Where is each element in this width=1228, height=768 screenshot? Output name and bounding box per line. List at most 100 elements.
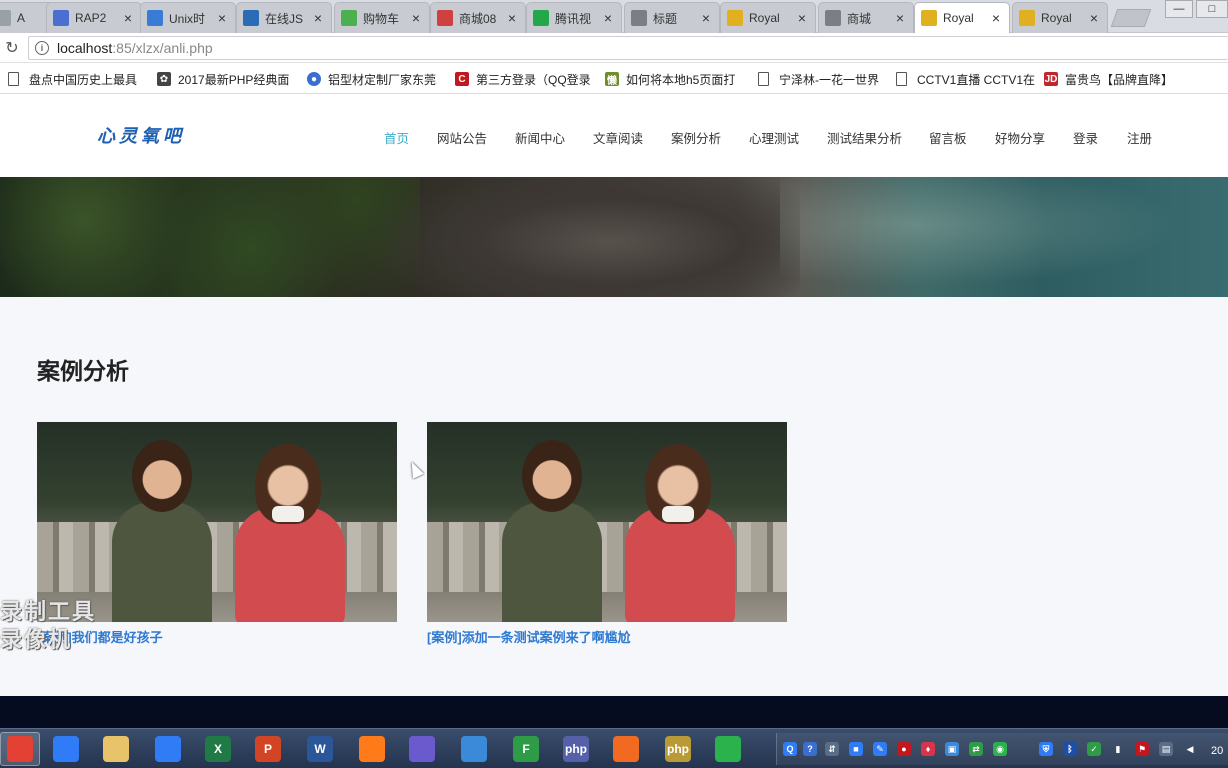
bookmark-item[interactable]: ✿ 2017最新PHP经典面 <box>157 70 289 88</box>
browser-tab[interactable]: Royal × <box>914 2 1010 33</box>
wechat-icon[interactable]: ◉ <box>993 742 1007 756</box>
url-host: localhost <box>57 40 113 56</box>
browser-tab[interactable]: RAP2 × <box>46 2 142 33</box>
nav-item-register[interactable]: 注册 <box>1127 128 1152 147</box>
browser-tab[interactable]: 商城 × <box>818 2 914 33</box>
chart-icon[interactable]: ♦ <box>921 742 935 756</box>
close-tab-icon[interactable]: × <box>215 10 229 26</box>
case-thumbnail-image[interactable] <box>37 422 397 622</box>
bookmark-item[interactable]: CCTV1直播 CCTV1在 <box>896 70 1035 88</box>
browser-tab[interactable]: Unix时 × <box>140 2 236 33</box>
security-icon[interactable]: ✓ <box>1087 742 1101 756</box>
signal-icon[interactable]: ▮ <box>1111 742 1125 756</box>
nav-item-tests[interactable]: 心理测试 <box>749 128 799 147</box>
close-tab-icon[interactable]: × <box>505 10 519 26</box>
browser-tab[interactable]: 标题 × <box>624 2 720 33</box>
close-tab-icon[interactable]: × <box>795 10 809 26</box>
tab-title: Royal <box>749 11 780 25</box>
site-logo[interactable]: 心灵氧吧 <box>97 122 185 148</box>
taskbar-app-excel[interactable]: X <box>198 732 238 766</box>
c-icon: C <box>455 72 469 86</box>
taskbar-app-php-storm[interactable]: php <box>658 732 698 766</box>
nav-item-cases[interactable]: 案例分析 <box>671 128 721 147</box>
nav-item-test-results[interactable]: 测试结果分析 <box>827 128 902 147</box>
bug-icon[interactable]: ● <box>897 742 911 756</box>
close-tab-icon[interactable]: × <box>409 10 423 26</box>
taskbar-app-firefox[interactable] <box>352 732 392 766</box>
tab-title: 在线JS <box>265 11 304 26</box>
help-icon[interactable]: ? <box>803 742 817 756</box>
taskbar-app-word[interactable]: W <box>300 732 340 766</box>
nav-item-announcements[interactable]: 网站公告 <box>437 128 487 147</box>
bookmark-item[interactable]: 宁泽林-一花一世界 <box>758 70 879 88</box>
browser-tab[interactable]: Royal × <box>1012 2 1108 33</box>
close-tab-icon[interactable]: × <box>311 10 325 26</box>
web-page: 心灵氧吧 首页 网站公告 新闻中心 文章阅读 案例分析 心理测试 测试结果分析 … <box>0 95 1228 698</box>
browser-tab[interactable]: Royal × <box>720 2 816 33</box>
taskbar-app-file-explorer[interactable] <box>96 732 136 766</box>
volume-icon[interactable]: ◀ <box>1183 742 1197 756</box>
close-tab-icon[interactable]: × <box>601 10 615 26</box>
browser-tab[interactable]: 在线JS × <box>236 2 332 33</box>
taskbar-app-powerpoint[interactable]: P <box>248 732 288 766</box>
nav-item-home[interactable]: 首页 <box>384 128 409 147</box>
bluetooth-icon[interactable]: ᛒ <box>1063 742 1077 756</box>
taskbar-app-postman[interactable] <box>606 732 646 766</box>
nav-item-goods[interactable]: 好物分享 <box>995 128 1045 147</box>
taskbar-app-php-tool[interactable]: php <box>556 732 596 766</box>
browser-tab[interactable]: 商城08 × <box>430 2 526 33</box>
window-icon[interactable]: ▣ <box>945 742 959 756</box>
bookmark-item[interactable]: JD 富贵鸟【品牌直降】 <box>1044 70 1173 88</box>
browser-tab[interactable]: 腾讯视 × <box>526 2 622 33</box>
maximize-button[interactable]: □ <box>1196 0 1228 18</box>
watermark-line: 录像机 <box>0 627 73 652</box>
powerpoint-icon: P <box>255 736 281 762</box>
nav-item-articles[interactable]: 文章阅读 <box>593 128 643 147</box>
logo-icon: 懒 <box>605 72 619 87</box>
case-thumbnail-image[interactable] <box>427 422 787 622</box>
taskbar-app-ftp[interactable]: F <box>506 732 546 766</box>
minimize-button[interactable]: — <box>1165 0 1193 18</box>
flag-icon[interactable]: ⚑ <box>1135 742 1149 756</box>
close-tab-icon[interactable]: × <box>989 10 1003 26</box>
new-tab-button[interactable] <box>1110 9 1152 27</box>
clock[interactable]: 20 <box>1211 745 1223 757</box>
close-tab-icon[interactable]: × <box>121 10 135 26</box>
doc-icon <box>8 72 19 86</box>
upload-icon[interactable]: ⇵ <box>825 742 839 756</box>
qq-icon[interactable]: Q <box>783 742 797 756</box>
tray-app-icon[interactable]: ■ <box>849 742 863 756</box>
shield-icon[interactable]: ⛨ <box>1039 742 1053 756</box>
browser-tab[interactable]: 购物车 × <box>334 2 430 33</box>
address-bar[interactable]: i localhost:85/xlzx/anli.php <box>28 36 1228 60</box>
feather-icon[interactable]: ✎ <box>873 742 887 756</box>
taskbar-app-music[interactable] <box>402 732 442 766</box>
taskbar-app-wechat[interactable] <box>708 732 748 766</box>
taskbar-app-remote-desktop[interactable] <box>454 732 494 766</box>
taskbar-app-notes[interactable] <box>148 732 188 766</box>
close-tab-icon[interactable]: × <box>893 10 907 26</box>
bookmark-item[interactable]: 懒如何将本地h5页面打 <box>605 70 735 88</box>
generic-icon <box>0 10 11 26</box>
info-icon[interactable]: i <box>35 41 49 55</box>
case-card[interactable]: [案例]添加一条测试案例来了啊尴尬 <box>427 422 787 646</box>
close-tab-icon[interactable]: × <box>699 10 713 26</box>
bookmarks-bar: 盘点中国历史上最具 ✿ 2017最新PHP经典面 ● 铝型材定制厂家东莞 C 第三方登… <box>0 64 1228 94</box>
wechat-icon <box>715 736 741 762</box>
reload-button[interactable]: ↻ <box>2 38 22 58</box>
taskbar-app-baidu-netdisk[interactable] <box>46 732 86 766</box>
chrome-icon <box>7 736 33 762</box>
bookmark-item[interactable]: 盘点中国历史上最具 <box>8 70 137 88</box>
site-footer <box>0 696 1228 728</box>
photo-boy <box>112 502 212 622</box>
share-icon[interactable]: ⇄ <box>969 742 983 756</box>
bookmark-item[interactable]: ● 铝型材定制厂家东莞 <box>307 70 436 88</box>
nav-item-news[interactable]: 新闻中心 <box>515 128 565 147</box>
nav-item-login[interactable]: 登录 <box>1073 128 1098 147</box>
case-title-link[interactable]: [案例]添加一条测试案例来了啊尴尬 <box>427 627 787 646</box>
close-tab-icon[interactable]: × <box>1087 10 1101 26</box>
taskbar-app-chrome[interactable] <box>0 732 40 766</box>
device-icon[interactable]: ▤ <box>1159 742 1173 756</box>
bookmark-item[interactable]: C 第三方登录（QQ登录 <box>455 70 591 88</box>
nav-item-guestbook[interactable]: 留言板 <box>929 128 967 147</box>
